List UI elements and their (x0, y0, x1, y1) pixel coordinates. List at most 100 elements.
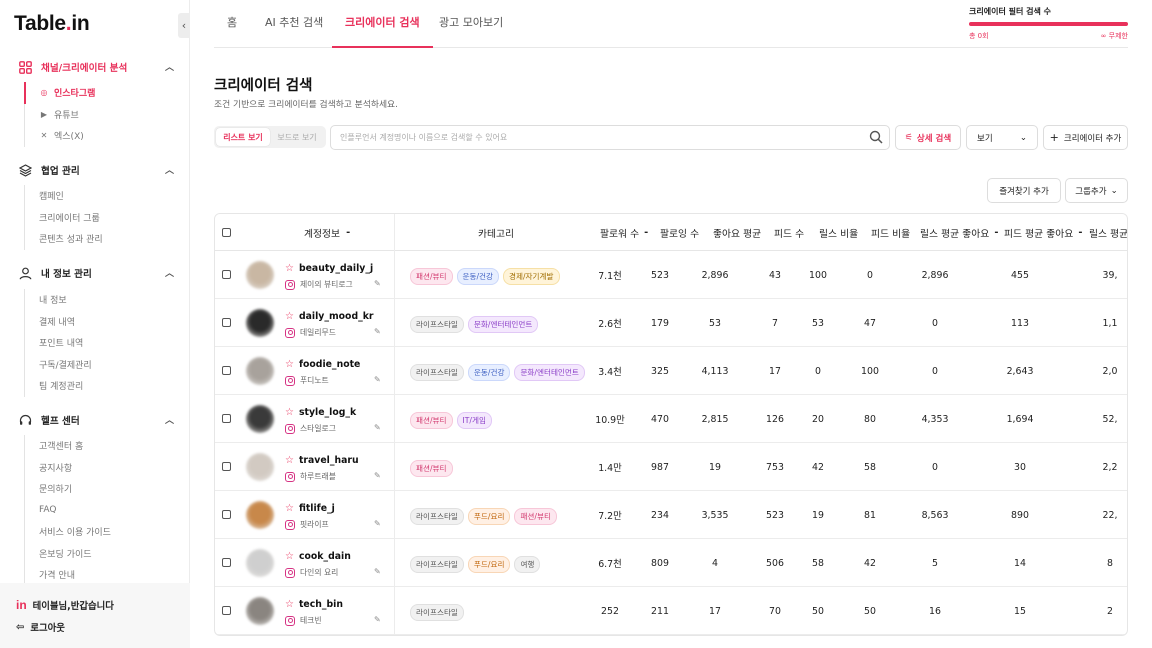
header-feed-ratio[interactable]: 피드 비율 (871, 214, 910, 251)
row-checkbox[interactable] (222, 414, 231, 423)
cell-followers: 3.4천 (598, 367, 622, 378)
pencil-icon[interactable]: ✎ (374, 615, 381, 624)
sidebar-item-points[interactable]: 포인트 내역 (25, 332, 92, 354)
star-icon[interactable]: ☆ (285, 311, 294, 322)
table-row[interactable]: ☆ daily_mood_kr 데일리무드 ✎ 라이프스타일 문화/엔터테인먼트 2.6천 1… (215, 299, 1127, 347)
cell-followers: 252 (601, 605, 619, 617)
add-favorite-button[interactable]: 즐겨찾기 추가 (987, 178, 1061, 203)
table-row[interactable]: ☆ travel_haru 하루트래블 ✎ 패션/뷰티 1.4만 987 19 753 42 58 0… (215, 443, 1127, 491)
tab-ai-search[interactable]: AI 추천 검색 (252, 0, 336, 48)
header-reels-avg-likes[interactable]: 릴스 평균 좋아요 - (920, 214, 998, 251)
tab-creator-search[interactable]: 크리에이터 검색 (332, 0, 433, 48)
table-row[interactable]: ☆ beauty_daily_j 제이의 뷰티로그 ✎ 패션/뷰티 운동/건강 경제/자기계… (215, 251, 1127, 299)
account-handle[interactable]: ☆ fitlife_j (285, 503, 335, 514)
sidebar-item-x[interactable]: ✕ 엑스(X) (25, 125, 95, 147)
section-help[interactable]: 헬프 센터 ︿ (18, 410, 174, 430)
row-checkbox[interactable] (222, 606, 231, 615)
section-channel-analysis[interactable]: 채널/크리에이터 분석 ︿ (18, 57, 174, 77)
table-row[interactable]: ☆ cook_dain 다인의 요리 ✎ 라이프스타일 푸드/요리 여행 6.7천 809 4 50… (215, 539, 1127, 587)
star-icon[interactable]: ☆ (285, 407, 294, 418)
tab-home[interactable]: 홈 (214, 0, 250, 48)
account-handle[interactable]: ☆ tech_bin (285, 599, 343, 610)
pencil-icon[interactable]: ✎ (374, 567, 381, 576)
table-row[interactable]: ☆ style_log_k 스타일로그 ✎ 패션/뷰티 IT/게임 10.9만 470 2,81… (215, 395, 1127, 443)
star-icon[interactable]: ☆ (285, 263, 294, 274)
board-view-button[interactable]: 보드로 보기 (270, 128, 324, 146)
sidebar-item-my-info[interactable]: 내 정보 (25, 289, 92, 311)
sidebar-item-payments[interactable]: 결제 내역 (25, 311, 92, 333)
row-checkbox[interactable] (222, 366, 231, 375)
sidebar-item-campaign[interactable]: 캠페인 (25, 185, 103, 207)
account-handle[interactable]: ☆ foodie_note (285, 359, 360, 370)
row-checkbox[interactable] (222, 318, 231, 327)
header-likes-avg[interactable]: 좋아요 평균 (713, 214, 761, 251)
star-icon[interactable]: ☆ (285, 551, 294, 562)
sidebar-item-instagram[interactable]: ◎ 인스타그램 (24, 82, 95, 104)
header-feed-avg-likes[interactable]: 피드 평균 좋아요 - (1004, 214, 1082, 251)
pencil-icon[interactable]: ✎ (374, 279, 381, 288)
add-creator-button[interactable]: + 크리에이터 추가 (1043, 125, 1128, 150)
sidebar-item-team-account[interactable]: 팀 계정관리 (25, 375, 92, 397)
pencil-icon[interactable]: ✎ (374, 375, 381, 384)
sidebar-collapse-button[interactable]: ‹ (178, 13, 190, 38)
sidebar-item-creator-group[interactable]: 크리에이터 그룹 (25, 207, 103, 229)
header-following[interactable]: 팔로잉 수 (660, 214, 699, 251)
account-handle[interactable]: ☆ cook_dain (285, 551, 351, 562)
table-row[interactable]: ☆ tech_bin 테크빈 ✎ 라이프스타일 252 211 17 70 50 50 16 15 2 (215, 587, 1127, 635)
pencil-icon[interactable]: ✎ (374, 423, 381, 432)
table-row[interactable]: ☆ fitlife_j 핏라이프 ✎ 라이프스타일 푸드/요리 패션/뷰티 7.2만 234 3,… (215, 491, 1127, 539)
sidebar-item-content-performance[interactable]: 콘텐츠 성과 관리 (25, 228, 103, 250)
sidebar-item-service-guide[interactable]: 서비스 이용 가이드 (25, 521, 111, 543)
avatar[interactable] (246, 501, 274, 529)
row-checkbox[interactable] (222, 510, 231, 519)
pencil-icon[interactable]: ✎ (374, 327, 381, 336)
logout-button[interactable]: ⇦ 로그아웃 (16, 620, 65, 635)
avatar[interactable] (246, 357, 274, 385)
sidebar-item-notices[interactable]: 공지사항 (25, 457, 111, 479)
avatar[interactable] (246, 453, 274, 481)
sidebar-item-subscription[interactable]: 구독/결제관리 (25, 354, 92, 376)
select-all-checkbox[interactable] (222, 228, 231, 237)
search-input[interactable]: 인플루언서 계정명이나 이름으로 검색할 수 있어요 (330, 125, 890, 150)
sidebar-item-onboarding[interactable]: 온보딩 가이드 (25, 543, 111, 565)
sidebar-item-youtube[interactable]: ▶ 유튜브 (25, 104, 95, 126)
header-account[interactable]: 계정정보 - (304, 214, 350, 251)
account-handle[interactable]: ☆ style_log_k (285, 407, 356, 418)
sidebar-item-help-home[interactable]: 고객센터 홈 (25, 435, 111, 457)
account-handle[interactable]: ☆ beauty_daily_j (285, 263, 373, 274)
tab-ad-collection[interactable]: 광고 모아보기 (426, 0, 516, 48)
welcome-message: in 테이블님,반갑습니다 (16, 598, 114, 612)
table-row[interactable]: ☆ foodie_note 푸디노트 ✎ 라이프스타일 운동/건강 문화/엔터테인먼트 3.4… (215, 347, 1127, 395)
star-icon[interactable]: ☆ (285, 599, 294, 610)
sidebar-item-faq[interactable]: FAQ (25, 500, 111, 522)
search-icon[interactable] (869, 130, 883, 146)
logo[interactable]: Table.in (14, 12, 90, 36)
avatar[interactable] (246, 597, 274, 625)
account-handle[interactable]: ☆ daily_mood_kr (285, 311, 374, 322)
cell-followers: 2.6천 (598, 319, 622, 330)
add-group-button[interactable]: 그룹추가 ⌄ (1065, 178, 1128, 203)
row-checkbox[interactable] (222, 270, 231, 279)
section-my-info[interactable]: 내 정보 관리 ︿ (18, 263, 174, 283)
avatar[interactable] (246, 549, 274, 577)
row-checkbox[interactable] (222, 462, 231, 471)
star-icon[interactable]: ☆ (285, 359, 294, 370)
view-select[interactable]: 보기 ⌄ (966, 125, 1038, 150)
header-reels-ratio[interactable]: 릴스 비율 (819, 214, 858, 251)
pencil-icon[interactable]: ✎ (374, 519, 381, 528)
sidebar-item-inquiry[interactable]: 문의하기 (25, 478, 111, 500)
header-followers[interactable]: 팔로워 수- (600, 214, 648, 251)
header-reels-avg[interactable]: 릴스 평균 (1089, 214, 1127, 251)
list-view-button[interactable]: 리스트 보기 (216, 128, 270, 146)
account-handle[interactable]: ☆ travel_haru (285, 455, 359, 466)
pencil-icon[interactable]: ✎ (374, 471, 381, 480)
star-icon[interactable]: ☆ (285, 455, 294, 466)
avatar[interactable] (246, 405, 274, 433)
star-icon[interactable]: ☆ (285, 503, 294, 514)
section-collab[interactable]: 협업 관리 ︿ (18, 160, 174, 180)
row-checkbox[interactable] (222, 558, 231, 567)
detail-search-button[interactable]: ⚟ 상세 검색 (895, 125, 961, 150)
avatar[interactable] (246, 309, 274, 337)
header-feeds[interactable]: 피드 수 (774, 214, 804, 251)
avatar[interactable] (246, 261, 274, 289)
